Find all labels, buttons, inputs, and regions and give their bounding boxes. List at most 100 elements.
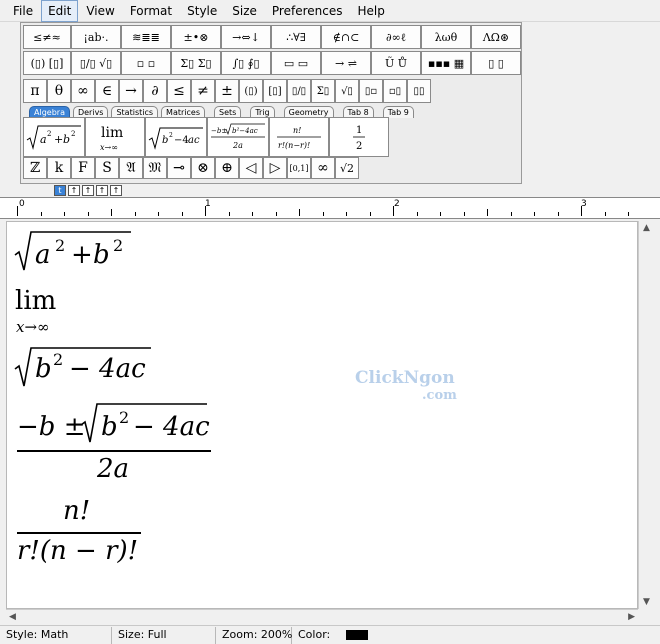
box-templates-button[interactable]: ▯ ▯ <box>471 51 521 75</box>
relational-palette-button[interactable]: ≤≠≈ <box>23 25 71 49</box>
fraktur-a-button[interactable]: 𝔄 <box>119 157 143 179</box>
ruler[interactable]: 0 1 2 3 <box>0 197 660 219</box>
combination-preview: n! r!(n−r)! <box>277 126 321 150</box>
less-equal-symbol-button[interactable]: ≤ <box>167 79 191 103</box>
half-fraction-preview: 1 2 <box>353 125 365 152</box>
tab-tool-button-4[interactable]: ↑ <box>96 185 108 196</box>
fraktur-m-button[interactable]: 𝔐 <box>143 157 167 179</box>
quadratic-formula-template[interactable]: −b± b²−4ac 2a <box>207 117 269 157</box>
theta-symbol-button[interactable]: θ <box>47 79 71 103</box>
quadratic-formula-preview: −b± b²−4ac 2a <box>211 123 265 150</box>
svg-text:−4: −4 <box>174 135 189 146</box>
tab-tool-button-5[interactable]: ↑ <box>110 185 122 196</box>
labeled-arrow-templates-button[interactable]: → ⇌ <box>321 51 371 75</box>
horizontal-scrollbar[interactable]: ◀ ▶ <box>6 609 638 625</box>
sqrt-sum-squares-template[interactable]: a 2 + b 2 <box>23 117 85 157</box>
equation-quadratic-formula[interactable]: −b ± b 2 − 4ac 2a <box>13 400 213 490</box>
eq4-fraction-bar <box>17 450 211 452</box>
logic-palette-button[interactable]: ∴∀∃ <box>271 25 321 49</box>
product-templates-button[interactable]: Ũ Ů <box>371 51 421 75</box>
scroll-up-arrow-icon[interactable]: ▲ <box>643 223 650 233</box>
integral-templates-button[interactable]: ∫▯ ∮▯ <box>221 51 271 75</box>
tab-tool-button-1[interactable]: t <box>54 185 66 196</box>
equation-combination[interactable]: n! r!(n − r)! <box>13 494 153 584</box>
equation-sqrt-sum-squares[interactable]: a 2 + b 2 <box>13 228 133 274</box>
sum-template-button[interactable]: Σ▯ <box>311 79 335 103</box>
embellishments-palette-button[interactable]: ≋≣≣ <box>121 25 171 49</box>
pi-symbol-button[interactable]: π <box>23 79 47 103</box>
menu-file[interactable]: File <box>6 0 40 22</box>
menu-preferences[interactable]: Preferences <box>265 0 350 22</box>
eq4-exp: 2 <box>119 408 130 427</box>
fence-templates-button[interactable]: (▯) [▯] <box>23 51 71 75</box>
otimes-symbol-button[interactable]: ⊗ <box>191 157 215 179</box>
partial-symbol-button[interactable]: ∂ <box>143 79 167 103</box>
right-triangle-symbol-button[interactable]: ▷ <box>263 157 287 179</box>
greek-lower-palette-button[interactable]: λωθ <box>421 25 471 49</box>
menu-size[interactable]: Size <box>225 0 264 22</box>
ruler-tick <box>158 212 159 216</box>
discriminant-template[interactable]: b 2 −4 ac <box>145 117 207 157</box>
vertical-scrollbar[interactable]: ▲ ▼ <box>638 221 654 609</box>
subscript-template-button[interactable]: ▫▯ <box>383 79 407 103</box>
eq1-b: b <box>93 240 110 270</box>
infinity-small-button[interactable]: ∞ <box>311 157 335 179</box>
fraction-template-button[interactable]: ▯/▯ <box>287 79 311 103</box>
limit-template[interactable]: lim x→∞ <box>85 117 145 157</box>
sqrt2-button[interactable]: √2 <box>335 157 359 179</box>
integers-symbol-button[interactable]: ℤ <box>23 157 47 179</box>
spaces-palette-button[interactable]: ¡ab·. <box>71 25 121 49</box>
eq1-exp-a: 2 <box>55 236 66 255</box>
half-fraction-template[interactable]: 1 2 <box>329 117 389 157</box>
left-triangle-symbol-button[interactable]: ◁ <box>239 157 263 179</box>
oplus-symbol-button[interactable]: ⊕ <box>215 157 239 179</box>
script-s-button[interactable]: S <box>95 157 119 179</box>
operators-palette-button[interactable]: ±•⊗ <box>171 25 221 49</box>
fraction-radical-templates-button[interactable]: ▯/▯ √▯ <box>71 51 121 75</box>
combination-template[interactable]: n! r!(n−r)! <box>269 117 329 157</box>
parentheses-template-button[interactable]: (▯) <box>239 79 263 103</box>
scroll-left-arrow-icon[interactable]: ◀ <box>9 612 16 622</box>
equation-discriminant[interactable]: b 2 − 4ac <box>13 344 153 390</box>
interval-template-button[interactable]: [0,1] <box>287 157 311 179</box>
tab-tool-button-2[interactable]: ↑ <box>68 185 80 196</box>
misc-palette-button[interactable]: ∂∞ℓ <box>371 25 421 49</box>
fraktur-k-button[interactable]: k <box>47 157 71 179</box>
tab-tool-button-3[interactable]: ↑ <box>82 185 94 196</box>
eq1-plus: + <box>71 240 93 270</box>
menu-style[interactable]: Style <box>180 0 224 22</box>
ruler-tick <box>322 212 324 216</box>
ruler-tick <box>134 212 136 216</box>
infinity-symbol-button[interactable]: ∞ <box>71 79 95 103</box>
equation-document[interactable]: a 2 + b 2 lim x→∞ b 2 − 4ac −b ± b 2 − 4… <box>6 221 638 609</box>
matrix-templates-button[interactable]: ▪▪▪ ▦ <box>421 51 471 75</box>
sets-palette-button[interactable]: ∉∩⊂ <box>321 25 371 49</box>
sqrt-template-button[interactable]: √▯ <box>335 79 359 103</box>
svg-text:+: + <box>54 133 63 146</box>
menu-view[interactable]: View <box>79 0 121 22</box>
brackets-template-button[interactable]: [▯] <box>263 79 287 103</box>
script-f-button[interactable]: F <box>71 157 95 179</box>
menu-bar: File Edit View Format Style Size Prefere… <box>0 0 660 22</box>
script-templates-button[interactable]: ▫ ▫ <box>121 51 171 75</box>
sub-superscript-template-button[interactable]: ▯▯ <box>407 79 431 103</box>
multimap-symbol-button[interactable]: ⊸ <box>167 157 191 179</box>
ruler-tick <box>510 212 512 216</box>
ruler-tick <box>581 206 582 216</box>
menu-help[interactable]: Help <box>350 0 391 22</box>
plus-minus-symbol-button[interactable]: ± <box>215 79 239 103</box>
superscript-template-button[interactable]: ▯▫ <box>359 79 383 103</box>
equation-limit[interactable]: lim x→∞ <box>15 286 75 336</box>
bar-templates-button[interactable]: ▭ ▭ <box>271 51 321 75</box>
greek-upper-palette-button[interactable]: ΛΩ⊛ <box>471 25 521 49</box>
menu-edit[interactable]: Edit <box>41 0 79 22</box>
not-equal-symbol-button[interactable]: ≠ <box>191 79 215 103</box>
element-of-symbol-button[interactable]: ∈ <box>95 79 119 103</box>
scroll-down-arrow-icon[interactable]: ▼ <box>643 597 650 607</box>
scroll-right-arrow-icon[interactable]: ▶ <box>628 612 635 622</box>
arrow-symbol-button[interactable]: → <box>119 79 143 103</box>
discriminant-preview: b 2 −4 ac <box>148 127 203 150</box>
summation-templates-button[interactable]: Σ▯ Σ▯ <box>171 51 221 75</box>
menu-format[interactable]: Format <box>123 0 179 22</box>
arrows-palette-button[interactable]: →⇔↓ <box>221 25 271 49</box>
